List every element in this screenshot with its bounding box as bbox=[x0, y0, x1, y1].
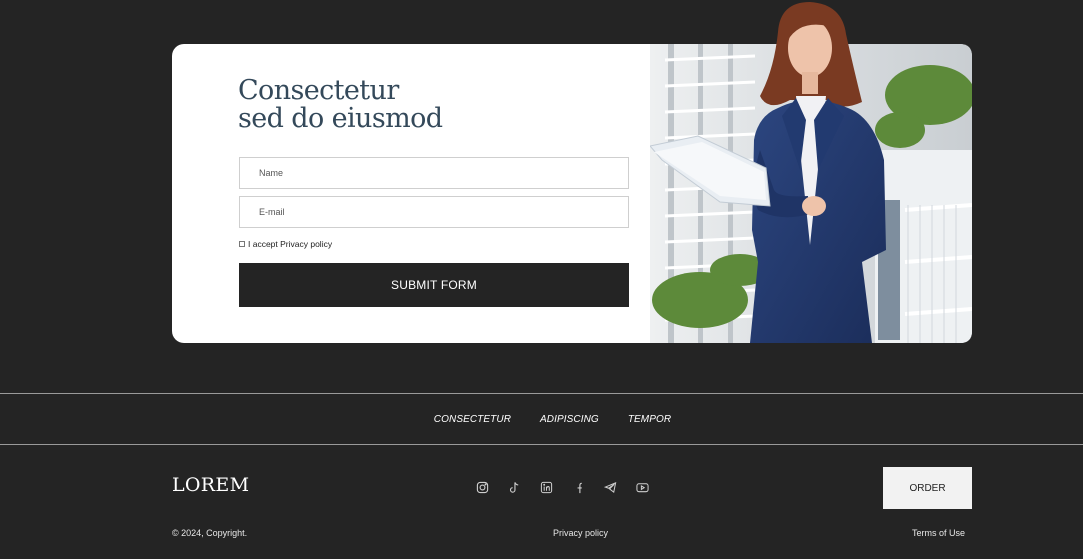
nav-link-consectetur[interactable]: CONSECTETUR bbox=[434, 414, 511, 425]
tiktok-icon[interactable] bbox=[507, 480, 521, 494]
linkedin-icon[interactable] bbox=[539, 480, 553, 494]
privacy-consent[interactable]: I accept Privacy policy bbox=[239, 239, 332, 249]
privacy-policy-link[interactable]: Privacy policy bbox=[553, 528, 608, 538]
telegram-icon[interactable] bbox=[603, 480, 617, 494]
privacy-consent-label: I accept Privacy policy bbox=[248, 239, 333, 249]
submit-form-button[interactable]: SUBMIT FORM bbox=[239, 263, 629, 307]
privacy-checkbox[interactable] bbox=[239, 241, 245, 247]
nav-link-adipiscing[interactable]: ADIPISCING bbox=[540, 414, 599, 425]
facebook-icon[interactable] bbox=[571, 480, 585, 494]
social-links bbox=[475, 480, 649, 494]
form-title: Consectetur sed do eiusmod bbox=[238, 75, 443, 134]
nav-link-tempor[interactable]: TEMPOR bbox=[628, 414, 671, 425]
form-title-line-1: Consectetur bbox=[238, 75, 399, 106]
form-title-line-2: sed do eiusmod bbox=[238, 103, 443, 134]
youtube-icon[interactable] bbox=[635, 480, 649, 494]
hero-image bbox=[650, 0, 972, 343]
terms-of-use-link[interactable]: Terms of Use bbox=[912, 528, 965, 538]
order-button[interactable]: ORDER bbox=[883, 467, 972, 509]
copyright-text: © 2024, Copyright. bbox=[172, 528, 248, 538]
instagram-icon[interactable] bbox=[475, 480, 489, 494]
footer-nav: CONSECTETUR ADIPISCING TEMPOR bbox=[0, 393, 1083, 445]
email-input[interactable] bbox=[239, 196, 629, 228]
footer-logo[interactable]: LOREM bbox=[172, 474, 249, 496]
name-input[interactable] bbox=[239, 157, 629, 189]
